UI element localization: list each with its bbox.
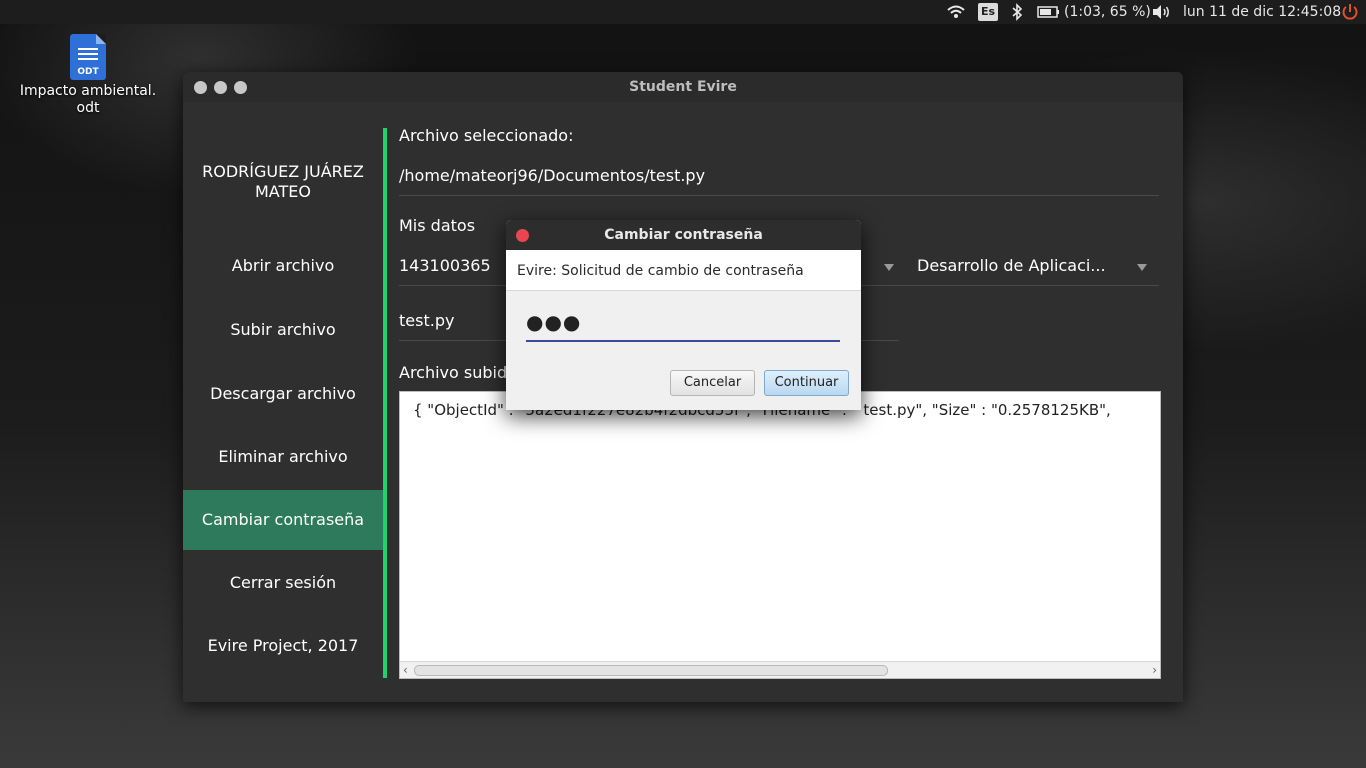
dialog-header-text: Evire: Solicitud de cambio de contraseña [517,263,804,279]
scroll-left-icon[interactable]: ‹ [403,662,408,678]
selected-file-label: Archivo seleccionado: [399,126,574,145]
odt-document-icon: ODT [70,34,106,80]
dialog-header: Evire: Solicitud de cambio de contraseña [506,250,861,291]
chevron-down-icon[interactable] [884,264,894,271]
clock[interactable]: lun 11 de dic 12:45:08 [1183,0,1341,24]
top-panel: Es (1:03, 65 %) lun 11 de dic 12:45:08 [0,0,1366,24]
sidebar-item-eliminar-archivo[interactable]: Eliminar archivo [183,427,383,487]
dialog-title: Cambiar contraseña [604,227,763,243]
power-icon[interactable] [1341,0,1359,24]
sidebar: RODRÍGUEZ JUÁREZ MATEO Abrir archivo Sub… [183,102,383,702]
user-name: RODRÍGUEZ JUÁREZ MATEO [202,162,364,201]
volume-icon[interactable] [1150,0,1172,24]
student-id-combo[interactable]: 143100365 [399,256,491,275]
battery-status: (1:03, 65 %) [1064,4,1151,20]
uploaded-file-label: Archivo subid [399,363,508,382]
scrollbar-thumb[interactable] [414,665,888,676]
my-data-label: Mis datos [399,216,476,235]
password-field[interactable] [526,306,840,342]
file-type-label: ODT [77,67,99,77]
desktop-file-icon[interactable]: ODT Impacto ambiental. odt [18,34,158,117]
password-input[interactable] [526,306,826,338]
continue-button[interactable]: Continuar [764,370,849,396]
sidebar-item-cerrar-sesion[interactable]: Cerrar sesión [183,553,383,613]
cancel-button[interactable]: Cancelar [670,370,755,396]
sidebar-accent-bar [383,128,387,678]
window-titlebar[interactable]: Student Evire [183,72,1183,102]
horizontal-scrollbar[interactable]: ‹ › [400,661,1160,678]
sidebar-item-cambiar-contrasena[interactable]: Cambiar contraseña [183,490,383,550]
sidebar-item-subir-archivo[interactable]: Subir archivo [183,300,383,360]
window-title: Student Evire [629,79,737,95]
wifi-icon[interactable] [946,0,966,24]
sidebar-item-abrir-archivo[interactable]: Abrir archivo [183,236,383,296]
uploaded-file-textarea[interactable]: { "ObjectId" : "5a2ed1f227e82b4f2dbcd55f… [399,391,1161,679]
sidebar-item-descargar-archivo[interactable]: Descargar archivo [183,364,383,424]
sidebar-footer: Evire Project, 2017 [207,636,359,655]
keyboard-layout-indicator[interactable]: Es [978,3,999,21]
bluetooth-icon[interactable] [1011,0,1023,24]
desktop-file-name: Impacto ambiental. odt [19,83,157,116]
selected-file-path: /home/mateorj96/Documentos/test.py [399,166,706,185]
subject-combo[interactable]: Desarrollo de Aplicaci... [917,256,1106,275]
scroll-right-icon[interactable]: › [1152,662,1157,678]
change-password-dialog: Cambiar contraseña Evire: Solicitud de c… [506,220,861,410]
file-name-field[interactable]: test.py [399,311,454,330]
battery-icon[interactable] [1037,0,1061,24]
chevron-down-icon[interactable] [1137,264,1147,271]
dialog-titlebar[interactable]: Cambiar contraseña [506,220,861,250]
